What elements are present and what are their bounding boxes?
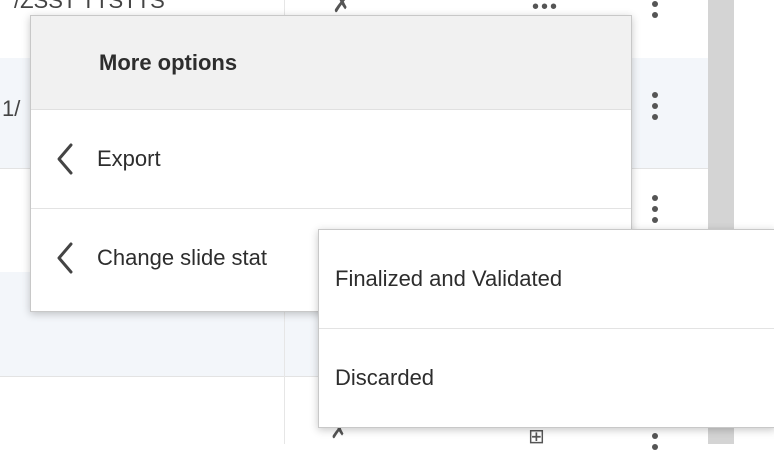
chevron-left-icon	[57, 143, 73, 175]
menu-item-label: Change slide stat	[97, 245, 267, 270]
menu-item-label: Export	[97, 146, 161, 171]
row-cut-text: /ZSST TTSTTS	[14, 0, 165, 13]
row-kebab-icon[interactable]	[651, 0, 659, 18]
submenu-item-label: Finalized and Validated	[335, 266, 563, 291]
row-kebab-icon[interactable]	[651, 92, 659, 120]
slide-state-submenu: Finalized and Validated Discarded	[318, 229, 774, 428]
chevron-left-icon	[57, 242, 73, 274]
menu-header: More options	[31, 16, 631, 110]
row-kebab-icon[interactable]	[651, 195, 659, 223]
menu-title: More options	[99, 49, 238, 75]
row-prefix-text: 1/	[2, 96, 21, 121]
menu-item-export[interactable]: Export	[31, 110, 631, 209]
submenu-item-discarded[interactable]: Discarded	[319, 329, 774, 427]
submenu-item-label: Discarded	[335, 365, 435, 390]
submenu-item-finalized-and-validated[interactable]: Finalized and Validated	[319, 230, 774, 329]
